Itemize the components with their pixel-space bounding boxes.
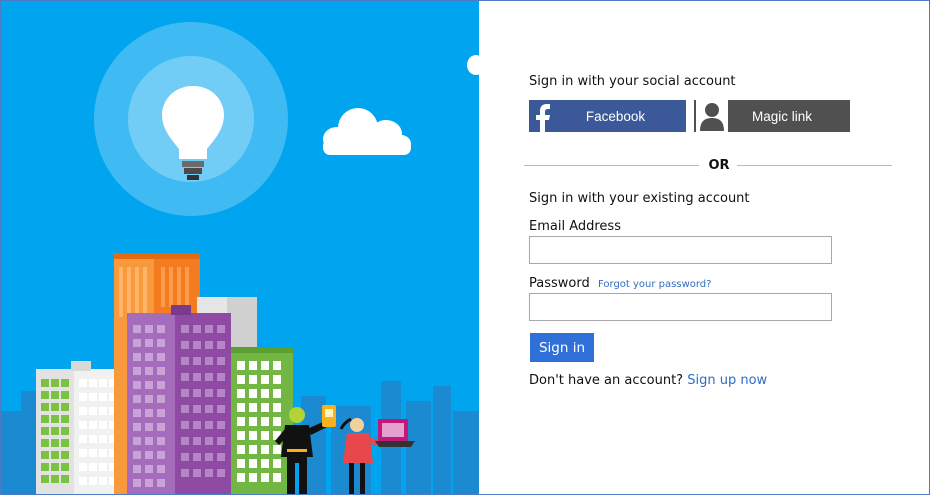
- user-icon: [696, 100, 728, 132]
- facebook-icon: [529, 100, 559, 132]
- social-heading: Sign in with your social account: [529, 74, 736, 89]
- or-separator: OR: [708, 158, 730, 173]
- no-account-text: Don't have an account?: [529, 373, 684, 388]
- local-heading: Sign in with your existing account: [529, 191, 750, 206]
- city-illustration: [1, 22, 479, 494]
- person-with-laptop: [339, 417, 415, 494]
- facebook-button[interactable]: Facebook: [529, 100, 686, 132]
- sign-in-button[interactable]: Sign in: [530, 333, 594, 362]
- hero-illustration: [1, 1, 479, 494]
- magic-link-button-label: Magic link: [751, 108, 813, 124]
- password-field[interactable]: [529, 293, 832, 321]
- divider-right: [737, 165, 892, 166]
- forgot-password-link[interactable]: Forgot your password?: [598, 279, 711, 290]
- password-label: Password: [529, 276, 590, 291]
- no-account-prompt: Don't have an account? Sign up now: [529, 373, 767, 388]
- email-field[interactable]: [529, 236, 832, 264]
- sign-in-window: Sign in with your social account Faceboo…: [0, 0, 930, 495]
- divider-left: [524, 165, 699, 166]
- lightbulb-icon: [94, 22, 288, 216]
- building-green: [231, 347, 293, 494]
- building-purple: [127, 305, 231, 494]
- building-white: [36, 361, 124, 494]
- sign-in-panel: Sign in with your social account Faceboo…: [479, 1, 929, 494]
- magic-link-button[interactable]: Magic link: [694, 100, 850, 132]
- facebook-button-label: Facebook: [585, 108, 646, 124]
- sign-up-link[interactable]: Sign up now: [687, 373, 767, 388]
- email-label: Email Address: [529, 219, 621, 234]
- cloud-icon: [323, 108, 411, 155]
